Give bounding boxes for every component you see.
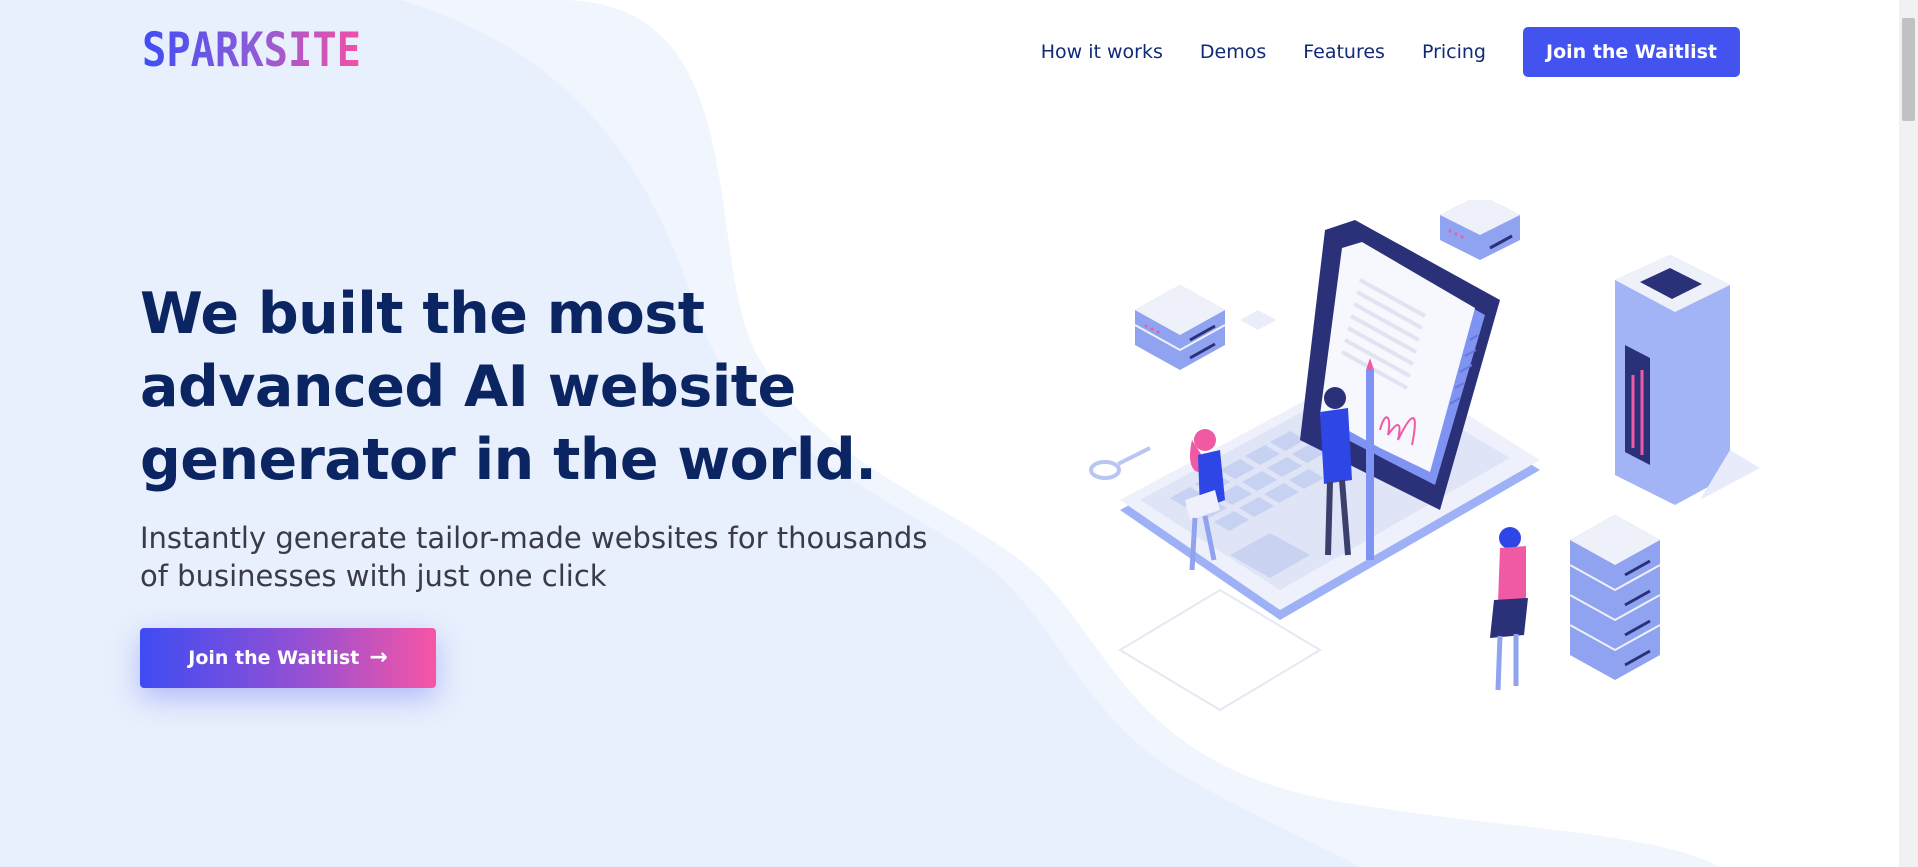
site-header: SPARKSITE How it works Demos Features Pr… bbox=[0, 0, 1899, 100]
server-tower bbox=[1615, 255, 1760, 505]
brand-logo[interactable]: SPARKSITE bbox=[142, 24, 397, 78]
hero-title: We built the most advanced AI website ge… bbox=[140, 281, 877, 493]
hero-illustration bbox=[1089, 200, 1760, 712]
server-stack-right bbox=[1569, 515, 1661, 680]
nav-link-pricing[interactable]: Pricing bbox=[1422, 28, 1486, 76]
hero-subtitle: Instantly generate tailor-made websites … bbox=[140, 521, 928, 593]
server-top bbox=[1440, 200, 1520, 260]
key-icon bbox=[1089, 446, 1151, 480]
nav-link-how-it-works[interactable]: How it works bbox=[1041, 28, 1163, 76]
brand-logo-text: SPARKSITE bbox=[142, 23, 362, 78]
nav-join-waitlist-button[interactable]: Join the Waitlist bbox=[1523, 27, 1740, 77]
server-stack-left bbox=[1134, 285, 1226, 370]
nav-link-features[interactable]: Features bbox=[1303, 28, 1385, 76]
hero-cta-label: Join the Waitlist bbox=[188, 647, 360, 669]
main-nav: How it works Demos Features Pricing Join… bbox=[1041, 27, 1740, 77]
hero-section: We built the most advanced AI website ge… bbox=[140, 278, 940, 688]
arrow-right-icon: → bbox=[369, 645, 388, 670]
page-scrollbar[interactable] bbox=[1899, 0, 1918, 867]
hero-join-waitlist-button[interactable]: Join the Waitlist → bbox=[140, 628, 436, 688]
scrollbar-thumb[interactable] bbox=[1902, 18, 1915, 121]
nav-link-demos[interactable]: Demos bbox=[1200, 28, 1266, 76]
person-pink bbox=[1490, 527, 1528, 691]
